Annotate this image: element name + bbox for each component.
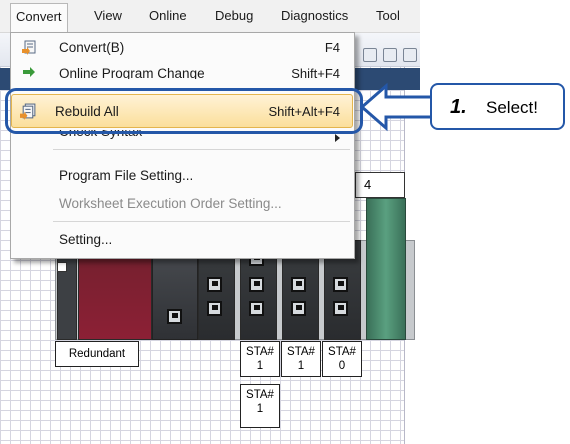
- menu-online[interactable]: Online: [149, 8, 187, 23]
- menu-item-program-file-setting[interactable]: Program File Setting...: [11, 163, 354, 189]
- convert-dropdown-menu: Convert(B) F4 Online Program Change Shif…: [10, 32, 355, 259]
- station-label: STA# 0: [322, 341, 362, 377]
- menu-item-convert[interactable]: Convert(B) F4: [11, 35, 354, 61]
- online-change-icon: [23, 67, 35, 77]
- callout-text: Select!: [486, 98, 538, 117]
- module-port: [249, 277, 264, 292]
- module-port: [207, 301, 222, 316]
- menu-diagnostics[interactable]: Diagnostics: [281, 8, 348, 23]
- station-label: STA# 1: [240, 341, 280, 377]
- power-led: [57, 262, 67, 272]
- green-module[interactable]: [366, 198, 406, 340]
- ethernet-port: [167, 309, 182, 324]
- toolbar-save-icon[interactable]: [363, 48, 377, 62]
- station-label: STA# 1: [240, 384, 280, 428]
- menu-debug[interactable]: Debug: [215, 8, 253, 23]
- module-port: [249, 301, 264, 316]
- menu-view[interactable]: View: [94, 8, 122, 23]
- submenu-arrow-icon: [335, 134, 340, 142]
- menu-separator: [53, 221, 350, 222]
- menu-item-setting[interactable]: Setting...: [11, 227, 354, 253]
- menu-item-worksheet-execution-order: Worksheet Execution Order Setting...: [59, 196, 282, 211]
- menu-item-online-program-change[interactable]: Online Program Change Shift+F4: [11, 61, 354, 79]
- module-port: [291, 277, 306, 292]
- slot-number-header: 4: [355, 172, 405, 198]
- menu-item-rebuild-all[interactable]: Rebuild All Shift+Alt+F4: [11, 94, 353, 128]
- slot-number: 4: [364, 177, 372, 192]
- toolbar-paste-icon[interactable]: [403, 48, 417, 62]
- callout-step-number: 1.: [450, 96, 467, 118]
- module-port: [291, 301, 306, 316]
- redundant-label: Redundant: [55, 341, 139, 367]
- module-port: [333, 277, 348, 292]
- menu-separator: [53, 149, 350, 150]
- station-label: STA# 1: [281, 341, 321, 377]
- callout-arrow-icon: [359, 82, 432, 132]
- menu-bar: Convert View Online Debug Diagnostics To…: [0, 0, 420, 33]
- module-port: [207, 277, 222, 292]
- menu-convert[interactable]: Convert: [10, 3, 68, 33]
- menu-tool[interactable]: Tool: [376, 8, 400, 23]
- convert-icon: [22, 40, 36, 55]
- toolbar-copy-icon[interactable]: [383, 48, 397, 62]
- module-port: [333, 301, 348, 316]
- rebuild-icon: [20, 103, 36, 120]
- instruction-callout: 1. Select!: [430, 83, 565, 130]
